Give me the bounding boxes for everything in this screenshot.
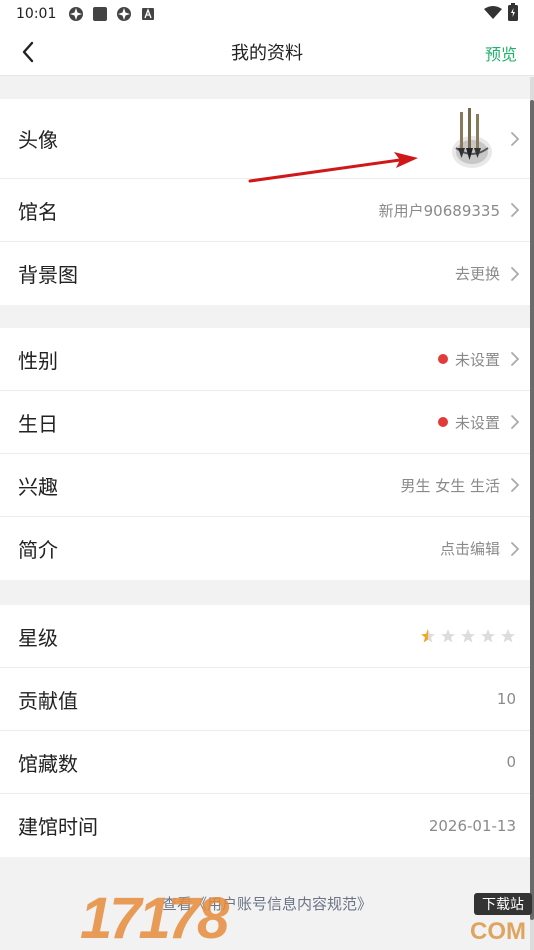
created-date-label: 建馆时间: [18, 815, 98, 839]
collection-count-label: 馆藏数: [18, 751, 78, 776]
status-right: [484, 3, 518, 25]
interests-value: 男生 女生 生活: [400, 476, 500, 495]
chevron-right-icon: [509, 131, 521, 147]
chevron-left-icon: [22, 41, 34, 63]
background-row[interactable]: 背景图 去更换: [0, 242, 530, 305]
bio-row[interactable]: 简介 点击编辑: [0, 517, 530, 580]
collection-count-row: 馆藏数 0: [0, 731, 530, 794]
app-notification-icon-2: [116, 6, 132, 22]
bio-label: 简介: [18, 538, 58, 562]
star-rating: [420, 628, 516, 644]
star-icon: [461, 629, 475, 643]
contribution-label: 贡献值: [18, 688, 78, 713]
stars-container: [420, 628, 516, 644]
background-label: 背景图: [18, 263, 78, 287]
scrollbar-thumb[interactable]: [530, 100, 534, 920]
wifi-icon: [484, 5, 502, 24]
profile-section-basic: 头像 馆名 新用户90689335 背景图 去更换: [0, 99, 530, 305]
keyboard-a-icon: [140, 6, 156, 22]
star-icon: [481, 629, 495, 643]
created-date-row: 建馆时间 2026-01-13: [0, 794, 530, 857]
chevron-right-icon: [509, 202, 521, 218]
collection-count-value: 0: [506, 753, 516, 771]
created-date-value: 2026-01-13: [428, 816, 516, 835]
star-icon: [441, 629, 455, 643]
star-level-row: 星级: [0, 605, 530, 668]
chevron-right-icon: [509, 414, 521, 430]
birthday-row[interactable]: 生日 未设置: [0, 391, 530, 454]
avatar[interactable]: [446, 108, 498, 170]
profile-section-personal: 性别 未设置 生日 未设置 兴趣 男生 女生 生活 简介 点击编辑: [0, 328, 530, 580]
library-name-value: 新用户90689335: [378, 201, 500, 220]
app-square-icon: [92, 6, 108, 22]
battery-icon: [508, 3, 518, 25]
unset-dot: [437, 417, 448, 427]
birthday-value: 未设置: [437, 412, 500, 433]
library-name-row[interactable]: 馆名 新用户90689335: [0, 179, 530, 242]
star-icon: [421, 629, 435, 643]
contribution-row: 贡献值 10: [0, 668, 530, 731]
preview-button[interactable]: 预览: [485, 41, 517, 65]
avatar-row[interactable]: 头像: [0, 99, 530, 179]
gender-value-text: 未设置: [454, 350, 500, 369]
gender-value: 未设置: [437, 349, 500, 370]
chevron-right-icon: [509, 477, 521, 493]
status-time: 10:01: [16, 6, 57, 22]
back-button[interactable]: [12, 36, 44, 68]
chevron-right-icon: [509, 351, 521, 367]
chevron-right-icon: [509, 541, 521, 557]
star-level-label: 星级: [18, 625, 58, 650]
gender-label: 性别: [18, 348, 58, 373]
library-name-label: 馆名: [18, 199, 58, 224]
unset-dot: [437, 354, 448, 364]
contribution-value: 10: [496, 690, 516, 708]
watermark-domain: COM: [470, 918, 526, 945]
birthday-value-text: 未设置: [454, 413, 500, 432]
page-title: 我的资料: [231, 42, 303, 64]
bio-value: 点击编辑: [439, 540, 500, 558]
profile-section-stats: 星级 贡献值 10 馆藏数 0 建馆时间 2026-01-13: [0, 605, 530, 857]
interests-row[interactable]: 兴趣 男生 女生 生活: [0, 454, 530, 517]
star-icon: [501, 629, 515, 643]
birthday-label: 生日: [18, 411, 58, 436]
status-bar: 10:01: [0, 0, 534, 28]
avatar-label: 头像: [18, 128, 58, 152]
watermark-number: 17178: [80, 886, 229, 950]
chevron-right-icon: [509, 266, 521, 282]
gender-row[interactable]: 性别 未设置: [0, 328, 530, 391]
watermark-badge: 下载站: [474, 893, 532, 915]
background-value: 去更换: [454, 265, 500, 283]
interests-label: 兴趣: [18, 474, 58, 499]
title-bar: 我的资料 预览: [0, 28, 534, 76]
app-notification-icon: [68, 6, 84, 22]
